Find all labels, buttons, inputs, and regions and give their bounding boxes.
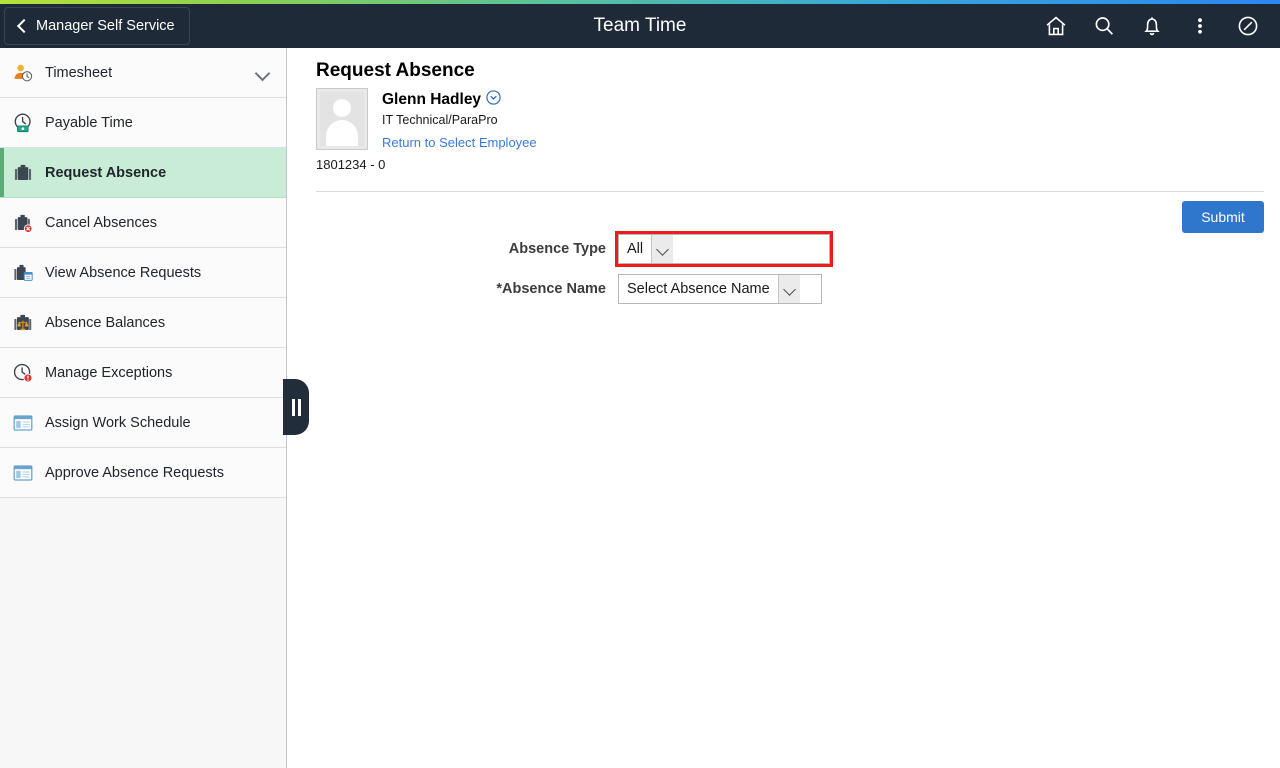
chevron-down-icon[interactable] bbox=[256, 66, 270, 80]
sidebar-item-label: Timesheet bbox=[45, 64, 113, 81]
back-chevron-icon bbox=[15, 19, 29, 33]
employee-job-title: IT Technical/ParaPro bbox=[382, 113, 498, 127]
sidebar-item-label: Cancel Absences bbox=[45, 214, 158, 231]
handle-bar-right bbox=[297, 398, 301, 416]
submit-button[interactable]: Submit bbox=[1182, 201, 1264, 233]
return-to-select-employee-link[interactable]: Return to Select Employee bbox=[382, 135, 537, 150]
sidebar-item-label: Approve Absence Requests bbox=[45, 464, 224, 481]
briefcase-calendar-icon bbox=[10, 260, 36, 286]
clock-alert-icon bbox=[10, 360, 36, 386]
avatar-silhouette-icon bbox=[320, 92, 364, 146]
handle-bar-left bbox=[291, 398, 295, 416]
back-button[interactable]: Manager Self Service bbox=[4, 7, 190, 45]
related-actions-chevron-icon[interactable] bbox=[486, 90, 501, 110]
clock-money-icon bbox=[10, 110, 36, 136]
employee-info-block: Glenn Hadley IT Technical/ParaPro Return… bbox=[316, 88, 537, 172]
sidebar-item-label: Manage Exceptions bbox=[45, 364, 173, 381]
notifications-bell-icon[interactable] bbox=[1128, 4, 1176, 48]
sidebar-item-label: Absence Balances bbox=[45, 314, 166, 331]
chevron-down-icon[interactable] bbox=[651, 235, 674, 263]
window-panel-icon bbox=[10, 410, 36, 436]
sidebar-item-label: View Absence Requests bbox=[45, 264, 202, 281]
navbar-compass-icon[interactable] bbox=[1224, 4, 1272, 48]
employee-name: Glenn Hadley bbox=[382, 91, 482, 108]
actions-kebab-icon[interactable] bbox=[1176, 4, 1224, 48]
briefcase-cancel-icon bbox=[10, 210, 36, 236]
sidebar-item-cancel-absences[interactable]: Cancel Absences bbox=[0, 198, 286, 248]
page-title: Request Absence bbox=[316, 60, 475, 81]
briefcase-icon bbox=[10, 160, 36, 186]
top-accent-gradient-bar bbox=[0, 0, 1280, 4]
sidebar-item-label: Request Absence bbox=[45, 164, 167, 181]
sidebar-item-request-absence[interactable]: Request Absence bbox=[0, 148, 286, 198]
absence-name-label: *Absence Name bbox=[496, 281, 606, 297]
absence-type-label: Absence Type bbox=[508, 241, 606, 257]
chevron-down-icon[interactable] bbox=[777, 275, 800, 303]
absence-type-row: Absence Type All bbox=[288, 231, 1280, 267]
sidebar-item-view-absence-requests[interactable]: View Absence Requests bbox=[0, 248, 286, 298]
sidebar-item-absence-balances[interactable]: Absence Balances bbox=[0, 298, 286, 348]
section-divider bbox=[316, 191, 1264, 192]
sidebar-item-label: Assign Work Schedule bbox=[45, 414, 191, 431]
absence-form: Absence Type All *Absence Name Select Ab… bbox=[288, 231, 1280, 314]
employee-id: 1801234 - 0 bbox=[316, 157, 386, 172]
sidebar-item-manage-exceptions[interactable]: Manage Exceptions bbox=[0, 348, 286, 398]
app-header: Manager Self Service Team Time bbox=[0, 4, 1280, 48]
absence-type-select[interactable]: All bbox=[615, 231, 833, 267]
absence-type-value: All bbox=[627, 241, 644, 257]
search-icon[interactable] bbox=[1080, 4, 1128, 48]
home-icon[interactable] bbox=[1032, 4, 1080, 48]
sidebar-item-assign-work-schedule[interactable]: Assign Work Schedule bbox=[0, 398, 286, 448]
main-content-area: Request Absence Glenn Hadley IT Technica… bbox=[288, 48, 1280, 768]
collapse-sidebar-handle[interactable] bbox=[283, 379, 309, 435]
sidebar-item-timesheet[interactable]: Timesheet bbox=[0, 48, 286, 98]
left-navigation-sidebar: Timesheet Payable Time Request Absence C… bbox=[0, 48, 287, 768]
window-panel-icon bbox=[10, 460, 36, 486]
absence-name-select[interactable]: Select Absence Name bbox=[618, 274, 822, 304]
header-icon-group bbox=[1032, 4, 1272, 48]
back-button-label: Manager Self Service bbox=[36, 18, 175, 34]
absence-name-row: *Absence Name Select Absence Name bbox=[288, 274, 1280, 304]
sidebar-item-label: Payable Time bbox=[45, 114, 133, 131]
sidebar-item-payable-time[interactable]: Payable Time bbox=[0, 98, 286, 148]
employee-avatar bbox=[316, 88, 368, 150]
absence-name-value: Select Absence Name bbox=[627, 281, 770, 297]
person-clock-icon bbox=[10, 60, 36, 86]
briefcase-scale-icon bbox=[10, 310, 36, 336]
sidebar-item-approve-absence-requests[interactable]: Approve Absence Requests bbox=[0, 448, 286, 498]
